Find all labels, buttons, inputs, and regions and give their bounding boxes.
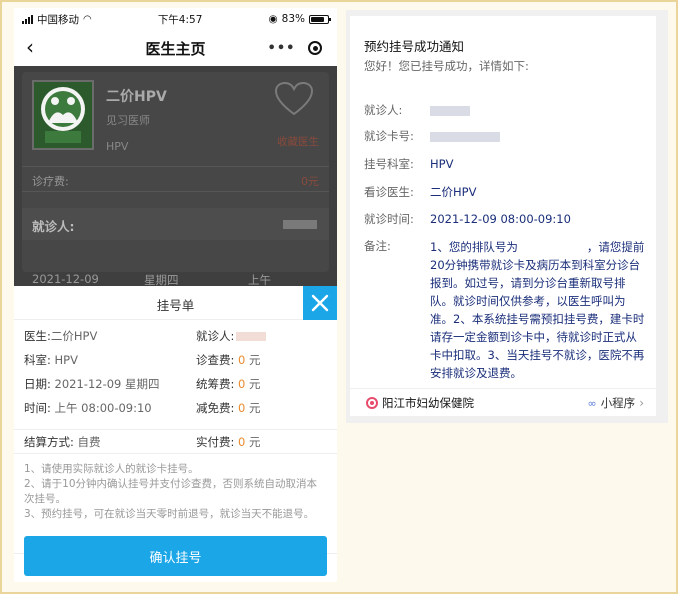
patient-redacted-chip <box>236 332 267 341</box>
favorite-label[interactable]: 收藏医生 <box>277 134 319 149</box>
chevron-right-icon: › <box>639 396 644 410</box>
mini-program-label: 小程序 <box>600 396 636 410</box>
field-department: 挂号科室: HPV <box>364 157 454 171</box>
notification-greeting: 您好！您已挂号成功，详情如下: <box>364 59 529 73</box>
target-icon[interactable] <box>308 41 323 55</box>
note-item: 1、请使用实际就诊人的就诊卡挂号。 <box>24 463 199 475</box>
rotation-lock-icon: ◉ <box>268 13 278 25</box>
payment-row: 结算方式: 自费 实付费: 0 元 <box>14 430 337 454</box>
doctor-department: HPV <box>106 140 129 153</box>
registration-details: 医生:二价HPV 就诊人: 科室: HPV 诊查费: 0 元 日期: 2021-… <box>14 320 337 430</box>
patient-redacted <box>283 220 317 229</box>
fee-value: 0元 <box>301 175 319 188</box>
field-doctor: 看诊医生: 二价HPV <box>364 185 477 199</box>
remark-label: 备注: <box>364 239 391 253</box>
battery-percent: 83% <box>281 13 305 25</box>
registration-sheet: 挂号单 医生:二价HPV 就诊人: 科室: HPV 诊查费: 0 元 日期: 2… <box>14 286 337 582</box>
detail-pooled-fee: 统筹费: 0 元 <box>196 377 261 391</box>
doctor-page-dimmed: 二价HPV 见习医师 HPV 收藏医生 诊疗费: 0元 就诊人: 2021-12… <box>14 66 337 287</box>
close-icon <box>311 294 329 312</box>
clock: 下午4:57 <box>157 13 203 26</box>
detail-settlement: 结算方式: 自费 <box>24 435 101 449</box>
close-button[interactable] <box>303 286 337 320</box>
detail-date: 日期: 2021-12-09 星期四 <box>24 377 160 391</box>
screenshot-frame: 中国移动 ◠ 下午4:57 ◉ 83% ‹ 医生主页 ••• 二价HPV 见习医… <box>0 0 678 594</box>
hospital-source: 阳江市妇幼保健院 <box>366 395 474 411</box>
back-arrow-icon[interactable]: ‹ <box>26 37 34 57</box>
field-card-number: 就诊卡号: <box>364 128 500 144</box>
hospital-name: 阳江市妇幼保健院 <box>382 396 474 410</box>
status-bar: 中国移动 ◠ 下午4:57 ◉ 83% <box>14 8 337 30</box>
page-title: 医生主页 <box>145 39 206 58</box>
fee-row: 诊疗费: 0元 <box>22 166 329 192</box>
detail-paid-fee: 实付费: 0 元 <box>196 435 261 449</box>
phone-screen: 中国移动 ◠ 下午4:57 ◉ 83% ‹ 医生主页 ••• 二价HPV 见习医… <box>14 8 337 582</box>
note-item: 3、预约挂号，可在就诊当天零时前退号，就诊当天不能退号。 <box>24 508 315 520</box>
patient-row[interactable]: 就诊人: <box>22 208 329 240</box>
notification-footer[interactable]: 阳江市妇幼保健院 ∞ 小程序 › <box>350 388 656 416</box>
field-visit-time: 就诊时间: 2021-12-09 08:00-09:10 <box>364 212 571 226</box>
patient-redacted-chip <box>430 105 470 116</box>
notification-title: 预约挂号成功通知 <box>364 39 465 54</box>
mini-program-capsule: ••• <box>261 36 329 60</box>
doctor-card: 二价HPV 见习医师 HPV 收藏医生 诊疗费: 0元 就诊人: <box>22 72 329 272</box>
link-icon: ∞ <box>587 396 597 410</box>
notification-panel: 预约挂号成功通知 您好！您已挂号成功，详情如下: 就诊人: 就诊卡号: 挂号科室… <box>346 10 668 423</box>
remark-text: 1、您的排队号为 ，请您提前20分钟携带就诊卡及病历本到科室分诊台报到。如过号，… <box>430 240 645 380</box>
detail-department: 科室: HPV <box>24 353 78 367</box>
patient-label: 就诊人: <box>32 219 75 234</box>
nav-bar: ‹ 医生主页 ••• <box>14 30 337 66</box>
sheet-header: 挂号单 <box>14 286 337 320</box>
sheet-title: 挂号单 <box>156 298 195 313</box>
hospital-logo-icon <box>41 87 85 143</box>
favorite-heart-icon[interactable] <box>274 81 315 120</box>
carrier-label: 中国移动 <box>37 13 79 26</box>
detail-patient: 就诊人: <box>196 328 267 344</box>
card-number-redacted-chip <box>430 131 500 142</box>
doctor-title: 见习医师 <box>106 114 150 127</box>
battery-icon <box>309 14 331 24</box>
strip-date: 2021-12-09 <box>32 272 99 286</box>
notification-card[interactable]: 预约挂号成功通知 您好！您已挂号成功，详情如下: 就诊人: 就诊卡号: 挂号科室… <box>350 16 656 416</box>
doctor-name: 二价HPV <box>106 89 167 105</box>
detail-doctor: 医生:二价HPV <box>24 329 98 343</box>
detail-exam-fee: 诊查费: 0 元 <box>196 353 261 367</box>
doctor-avatar <box>32 80 94 150</box>
field-patient: 就诊人: <box>364 102 470 118</box>
fee-label: 诊疗费: <box>32 175 69 188</box>
signal-icon <box>22 14 33 24</box>
ellipsis-icon[interactable]: ••• <box>268 41 296 56</box>
mini-program-link[interactable]: ∞ 小程序 › <box>588 395 644 411</box>
hospital-badge-icon <box>366 397 378 409</box>
confirm-registration-button[interactable]: 确认挂号 <box>24 536 327 576</box>
detail-discount-fee: 减免费: 0 元 <box>196 401 261 415</box>
note-item: 2、请于10分钟内确认挂号并支付诊查费，否则系统自动取消本次挂号。 <box>24 478 318 505</box>
wifi-icon: ◠ <box>83 13 92 25</box>
detail-time: 时间: 上午 08:00-09:10 <box>24 401 152 415</box>
